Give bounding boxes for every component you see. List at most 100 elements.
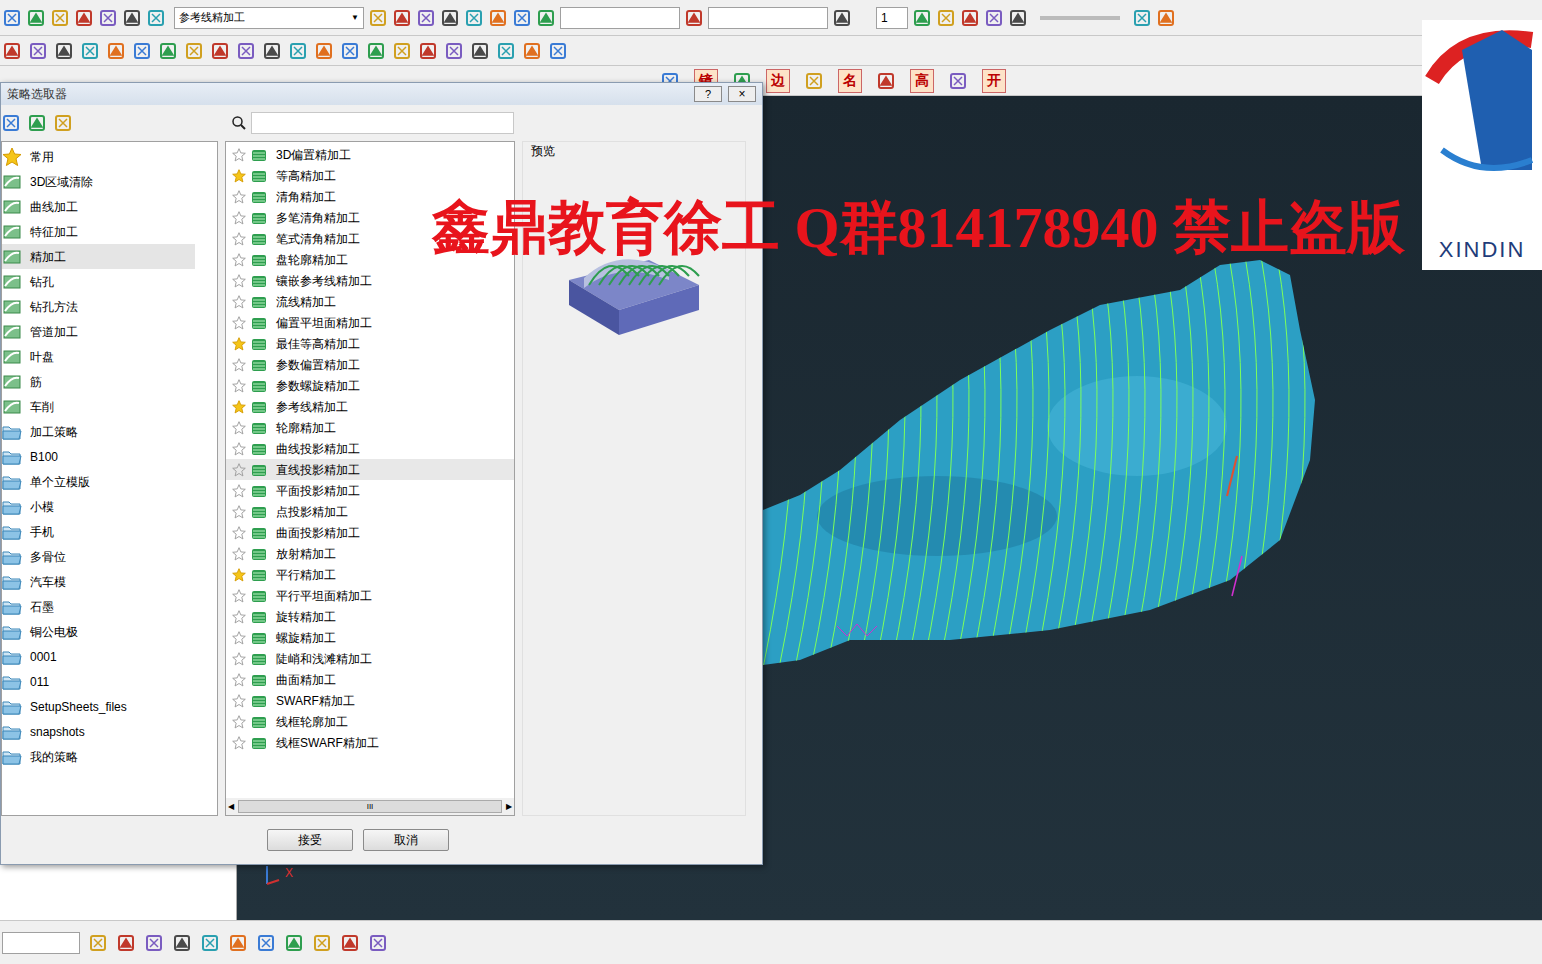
tool-icon[interactable] xyxy=(936,8,956,28)
category-item[interactable]: 筋 xyxy=(2,369,195,394)
empty-dropdown[interactable] xyxy=(560,7,680,29)
star-icon[interactable] xyxy=(232,442,246,456)
strategy-item[interactable]: 等高精加工 xyxy=(226,165,514,186)
strategy-item[interactable]: 偏置平坦面精加工 xyxy=(226,312,514,333)
strategy-item[interactable]: 参考线精加工 xyxy=(226,396,514,417)
category-item[interactable]: 常用 xyxy=(2,144,195,169)
strategy-item[interactable]: 放射精加工 xyxy=(226,543,514,564)
tool-icon[interactable] xyxy=(236,41,256,61)
tool-icon[interactable] xyxy=(256,933,276,953)
tool-icon[interactable] xyxy=(2,41,22,61)
star-icon[interactable] xyxy=(232,610,246,624)
empty-dropdown[interactable] xyxy=(708,7,828,29)
star-icon[interactable] xyxy=(232,589,246,603)
star-icon[interactable] xyxy=(232,568,246,582)
tool-icon[interactable] xyxy=(284,933,304,953)
tool-icon[interactable] xyxy=(366,41,386,61)
tool-icon[interactable] xyxy=(832,8,852,28)
tool-icon[interactable] xyxy=(26,8,46,28)
tool-icon[interactable] xyxy=(144,933,164,953)
star-icon[interactable] xyxy=(232,631,246,645)
star-icon[interactable] xyxy=(232,400,246,414)
star-icon[interactable] xyxy=(232,358,246,372)
strategy-item[interactable]: 平行平坦面精加工 xyxy=(226,585,514,606)
strategy-item[interactable]: 旋转精加工 xyxy=(226,606,514,627)
star-icon[interactable] xyxy=(232,652,246,666)
tool-icon[interactable] xyxy=(418,41,438,61)
star-icon[interactable] xyxy=(232,169,246,183)
star-icon[interactable] xyxy=(232,253,246,267)
star-icon[interactable] xyxy=(232,463,246,477)
tool-icon[interactable] xyxy=(228,933,248,953)
tool-icon[interactable] xyxy=(496,41,516,61)
dialog-button[interactable]: 接受 xyxy=(267,829,353,851)
strategy-item[interactable]: 清角精加工 xyxy=(226,186,514,207)
tool-icon[interactable] xyxy=(122,8,142,28)
strategy-item[interactable]: 多笔清角精加工 xyxy=(226,207,514,228)
scrollbar-thumb[interactable]: III xyxy=(238,800,502,813)
strategy-item[interactable]: 陡峭和浅滩精加工 xyxy=(226,648,514,669)
tool-icon[interactable] xyxy=(53,113,73,133)
glyph-icon-button[interactable]: 名 xyxy=(838,69,862,93)
star-icon[interactable] xyxy=(232,379,246,393)
tool-icon[interactable] xyxy=(522,41,542,61)
category-item[interactable]: 钻孔方法 xyxy=(2,294,195,319)
glyph-icon-button[interactable]: 开 xyxy=(982,69,1006,93)
strategy-item[interactable]: 曲面投影精加工 xyxy=(226,522,514,543)
tool-icon[interactable] xyxy=(74,8,94,28)
strategy-item[interactable]: 参数螺旋精加工 xyxy=(226,375,514,396)
star-icon[interactable] xyxy=(232,526,246,540)
tool-icon[interactable] xyxy=(984,8,1004,28)
tool-icon[interactable] xyxy=(98,8,118,28)
star-icon[interactable] xyxy=(232,316,246,330)
tool-icon[interactable] xyxy=(912,8,932,28)
search-field[interactable] xyxy=(251,112,514,134)
star-icon[interactable] xyxy=(232,274,246,288)
category-item[interactable]: 手机 xyxy=(2,519,195,544)
category-item[interactable]: 管道加工 xyxy=(2,319,195,344)
dialog-title-bar[interactable]: 策略选取器?× xyxy=(1,83,762,105)
tool-icon[interactable] xyxy=(444,41,464,61)
category-item[interactable]: 钻孔 xyxy=(2,269,195,294)
tool-icon[interactable] xyxy=(116,933,136,953)
strategy-item[interactable]: 螺旋精加工 xyxy=(226,627,514,648)
star-icon[interactable] xyxy=(232,694,246,708)
strategy-item[interactable]: 曲面精加工 xyxy=(226,669,514,690)
tool-icon[interactable] xyxy=(440,8,460,28)
star-icon[interactable] xyxy=(232,484,246,498)
tool-icon[interactable] xyxy=(548,41,568,61)
tool-icon[interactable] xyxy=(512,8,532,28)
tool-icon[interactable] xyxy=(1008,8,1028,28)
tool-icon[interactable] xyxy=(1,113,21,133)
tool-icon[interactable] xyxy=(314,41,334,61)
strategy-item[interactable]: 线框轮廓加工 xyxy=(226,711,514,732)
strategy-item[interactable]: 线框SWARF精加工 xyxy=(226,732,514,753)
category-item[interactable]: 我的策略 xyxy=(2,744,195,769)
tool-icon[interactable] xyxy=(1132,8,1152,28)
strategy-item[interactable]: 流线精加工 xyxy=(226,291,514,312)
category-item[interactable]: B100 xyxy=(2,444,195,469)
star-icon[interactable] xyxy=(232,505,246,519)
tool-icon[interactable] xyxy=(158,41,178,61)
tool-icon[interactable] xyxy=(88,933,108,953)
tool-icon[interactable] xyxy=(392,8,412,28)
category-item[interactable]: 精加工 xyxy=(2,244,195,269)
tool-icon[interactable] xyxy=(200,933,220,953)
strategy-item[interactable]: 最佳等高精加工 xyxy=(226,333,514,354)
dialog-button[interactable]: 取消 xyxy=(363,829,449,851)
category-item[interactable]: 0001 xyxy=(2,644,195,669)
category-item[interactable]: SetupSheets_files xyxy=(2,694,195,719)
tool-icon[interactable] xyxy=(368,8,388,28)
counter-field[interactable]: 1 xyxy=(876,7,908,29)
star-icon[interactable] xyxy=(232,337,246,351)
glyph-icon-button[interactable]: 边 xyxy=(766,69,790,93)
category-item[interactable]: 3D区域清除 xyxy=(2,169,195,194)
tool-icon[interactable] xyxy=(28,41,48,61)
bottom-dropdown[interactable] xyxy=(2,932,80,954)
star-icon[interactable] xyxy=(232,232,246,246)
tool-icon[interactable] xyxy=(340,933,360,953)
strategy-item[interactable]: 镶嵌参考线精加工 xyxy=(226,270,514,291)
strategy-dropdown[interactable]: 参考线精加工▼ xyxy=(174,7,364,29)
tool-icon[interactable] xyxy=(2,8,22,28)
star-icon[interactable] xyxy=(232,547,246,561)
